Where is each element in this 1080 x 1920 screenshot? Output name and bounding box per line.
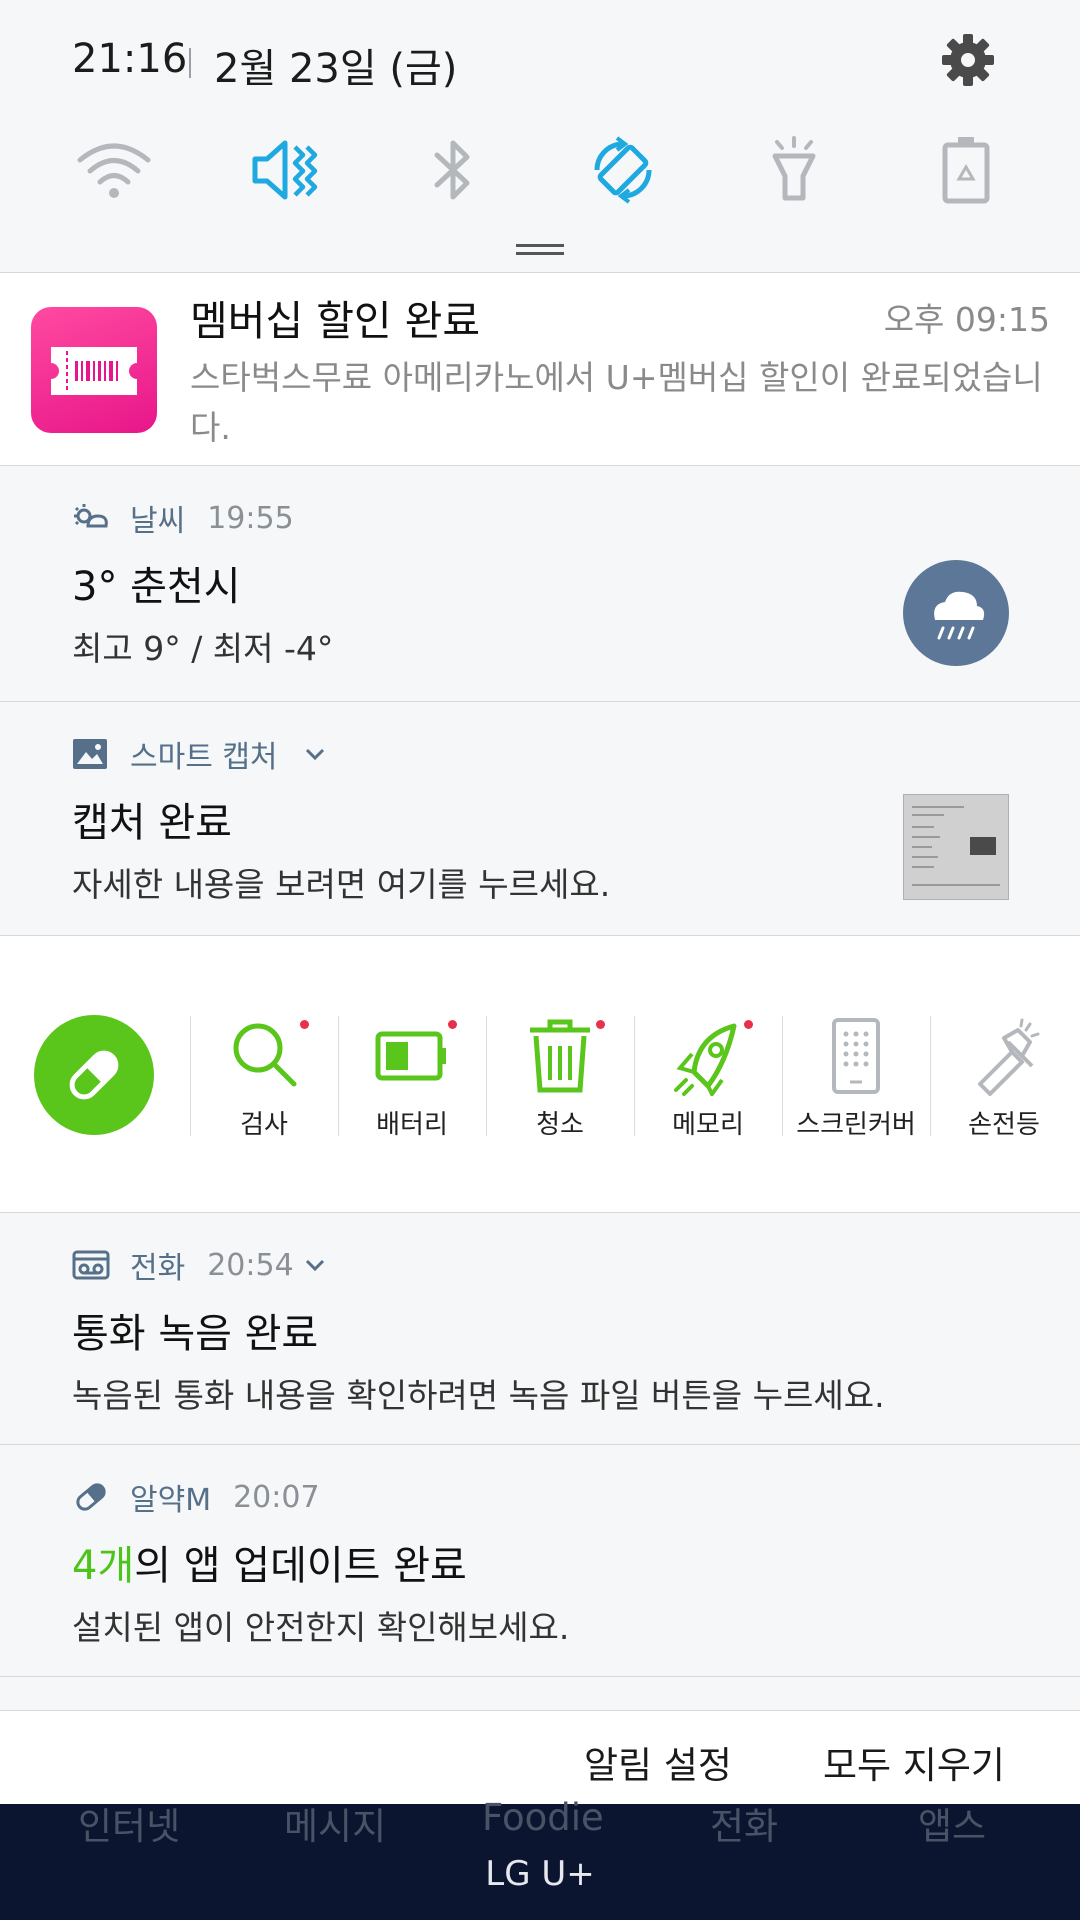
notification-body: 최고 9° / 최저 -4° xyxy=(72,629,334,668)
notification-time: 20:54 xyxy=(207,1247,294,1283)
power-saving-icon xyxy=(942,137,990,204)
rain-cloud-icon xyxy=(903,560,1009,666)
notification-title: 멤버십 할인 완료 xyxy=(190,297,481,345)
cleaner-widget: 검사 배터리 청소 메모리 스크린커버 손전등 xyxy=(0,935,1080,1212)
battery-icon xyxy=(375,1031,446,1081)
weather-notification[interactable]: 날씨 19:55 3° 춘천시 최고 9° / 최저 -4° xyxy=(0,465,1080,701)
tool-label: 스크린커버 xyxy=(796,1110,916,1140)
auto-rotate-toggle[interactable] xyxy=(583,130,663,210)
settings-gear-icon[interactable] xyxy=(942,34,994,86)
dock-label[interactable]: 전화 xyxy=(710,1796,778,1850)
search-icon xyxy=(233,1023,297,1087)
notification-body: 자세한 내용을 보려면 여기를 누르세요. xyxy=(72,865,611,904)
chevron-down-icon[interactable] xyxy=(304,1258,326,1272)
app-name: 알약M xyxy=(130,1483,212,1518)
image-app-icon xyxy=(73,739,107,769)
clock: 21:16 xyxy=(72,36,188,82)
dock-label[interactable]: 앱스 xyxy=(918,1796,986,1850)
alert-dot xyxy=(300,1020,309,1029)
membership-notification[interactable]: 멤버십 할인 완료 오후 09:15 스타벅스무료 아메리카노에서 U+멤버십 … xyxy=(0,272,1080,465)
bluetooth-icon xyxy=(434,140,470,200)
tool-item[interactable]: 배터리 xyxy=(338,1016,486,1146)
voicemail-icon xyxy=(72,1250,110,1280)
update-count: 4개 xyxy=(72,1543,135,1589)
notification-app-row: 알약M 20:07 xyxy=(72,1475,320,1519)
notification-time: 20:07 xyxy=(233,1479,320,1515)
app-name: 스마트 캡처 xyxy=(130,740,278,775)
flashlight-icon xyxy=(978,1018,1040,1096)
header-separator xyxy=(189,48,191,78)
capture-notification[interactable]: 스마트 캡처 캡처 완료 자세한 내용을 보려면 여기를 누르세요. xyxy=(0,701,1080,935)
clear-all-button[interactable]: 모두 지우기 xyxy=(823,1735,1005,1789)
notification-app-row: 전화 20:54 xyxy=(72,1243,326,1287)
tool-label: 검사 xyxy=(240,1110,288,1140)
notification-footer: 알림 설정 모두 지우기 xyxy=(0,1710,1080,1804)
date: 2월 23일 (금) xyxy=(214,46,458,92)
call-notification[interactable]: 전화 20:54 통화 녹음 완료 녹음된 통화 내용을 확인하려면 녹음 파일… xyxy=(0,1212,1080,1444)
home-dock-labels: 인터넷 메시지 Foodie 전화 앱스 xyxy=(0,1796,1080,1848)
tool-label: 배터리 xyxy=(376,1110,448,1140)
flashlight-icon xyxy=(772,136,816,201)
tool-label: 메모리 xyxy=(672,1110,744,1140)
weather-app-icon xyxy=(74,504,108,528)
notification-title: 캡처 완료 xyxy=(72,800,232,846)
power-saving-toggle[interactable] xyxy=(926,130,1006,210)
app-name: 전화 xyxy=(130,1251,186,1286)
alert-dot xyxy=(596,1020,605,1029)
notification-time: 오후 09:15 xyxy=(883,300,1050,339)
dock-label[interactable]: Foodie xyxy=(482,1796,604,1839)
auto-rotate-icon xyxy=(594,136,652,204)
tool-label: 손전등 xyxy=(968,1110,1040,1140)
capture-thumbnail xyxy=(903,794,1009,900)
phone-icon xyxy=(832,1018,880,1094)
mute-vibrate-icon xyxy=(252,140,318,200)
tool-item[interactable]: 메모리 xyxy=(634,1016,782,1146)
pill-app-button[interactable] xyxy=(34,1015,154,1135)
membership-ticket-icon xyxy=(31,307,157,433)
wifi-icon xyxy=(77,143,151,198)
wifi-toggle[interactable] xyxy=(74,130,154,210)
sound-toggle[interactable] xyxy=(244,130,324,210)
notification-title: 3° 춘천시 xyxy=(72,564,241,610)
notification-title: 통화 녹음 완료 xyxy=(72,1311,319,1357)
bluetooth-toggle[interactable] xyxy=(413,130,493,210)
pill-app-icon xyxy=(76,1483,106,1511)
alert-dot xyxy=(744,1020,753,1029)
dock-label[interactable]: 인터넷 xyxy=(78,1796,180,1850)
notification-title: 4개의 앱 업데이트 완료 xyxy=(72,1533,467,1591)
chevron-down-icon[interactable] xyxy=(304,747,326,761)
notification-settings-button[interactable]: 알림 설정 xyxy=(584,1735,732,1789)
dock-label[interactable]: 메시지 xyxy=(284,1796,386,1850)
notification-body: 스타벅스무료 아메리카노에서 U+멤버십 할인이 완료되었습니다. xyxy=(190,358,1043,447)
tool-item[interactable]: 손전등 xyxy=(930,1016,1078,1146)
shade-header: 21:16 2월 23일 (금) xyxy=(0,0,1080,272)
notification-time: 19:55 xyxy=(207,500,294,536)
app-name: 날씨 xyxy=(130,504,186,539)
tool-item[interactable]: 스크린커버 xyxy=(782,1016,930,1146)
notification-app-row: 날씨 19:55 xyxy=(72,496,294,540)
tool-item[interactable]: 검사 xyxy=(190,1016,338,1146)
flashlight-toggle[interactable] xyxy=(754,130,834,210)
title-rest: 의 앱 업데이트 완료 xyxy=(134,1543,467,1589)
shade-drag-handle[interactable] xyxy=(516,244,564,256)
rocket-icon xyxy=(674,1023,737,1096)
carrier-label: LG U+ xyxy=(485,1854,595,1894)
update-notification[interactable]: 알약M 20:07 4개의 앱 업데이트 완료 설치된 앱이 안전한지 확인해보… xyxy=(0,1444,1080,1676)
hidden-notification-peek xyxy=(0,1676,1080,1710)
notification-body: 녹음된 통화 내용을 확인하려면 녹음 파일 버튼을 누르세요. xyxy=(72,1376,885,1415)
notification-app-row: 스마트 캡처 xyxy=(72,732,326,776)
pill-icon xyxy=(69,1050,119,1100)
trash-icon xyxy=(530,1019,590,1093)
tool-item[interactable]: 청소 xyxy=(486,1016,634,1146)
tool-label: 청소 xyxy=(536,1110,584,1140)
notification-body: 설치된 앱이 안전한지 확인해보세요. xyxy=(72,1608,570,1647)
alert-dot xyxy=(448,1020,457,1029)
